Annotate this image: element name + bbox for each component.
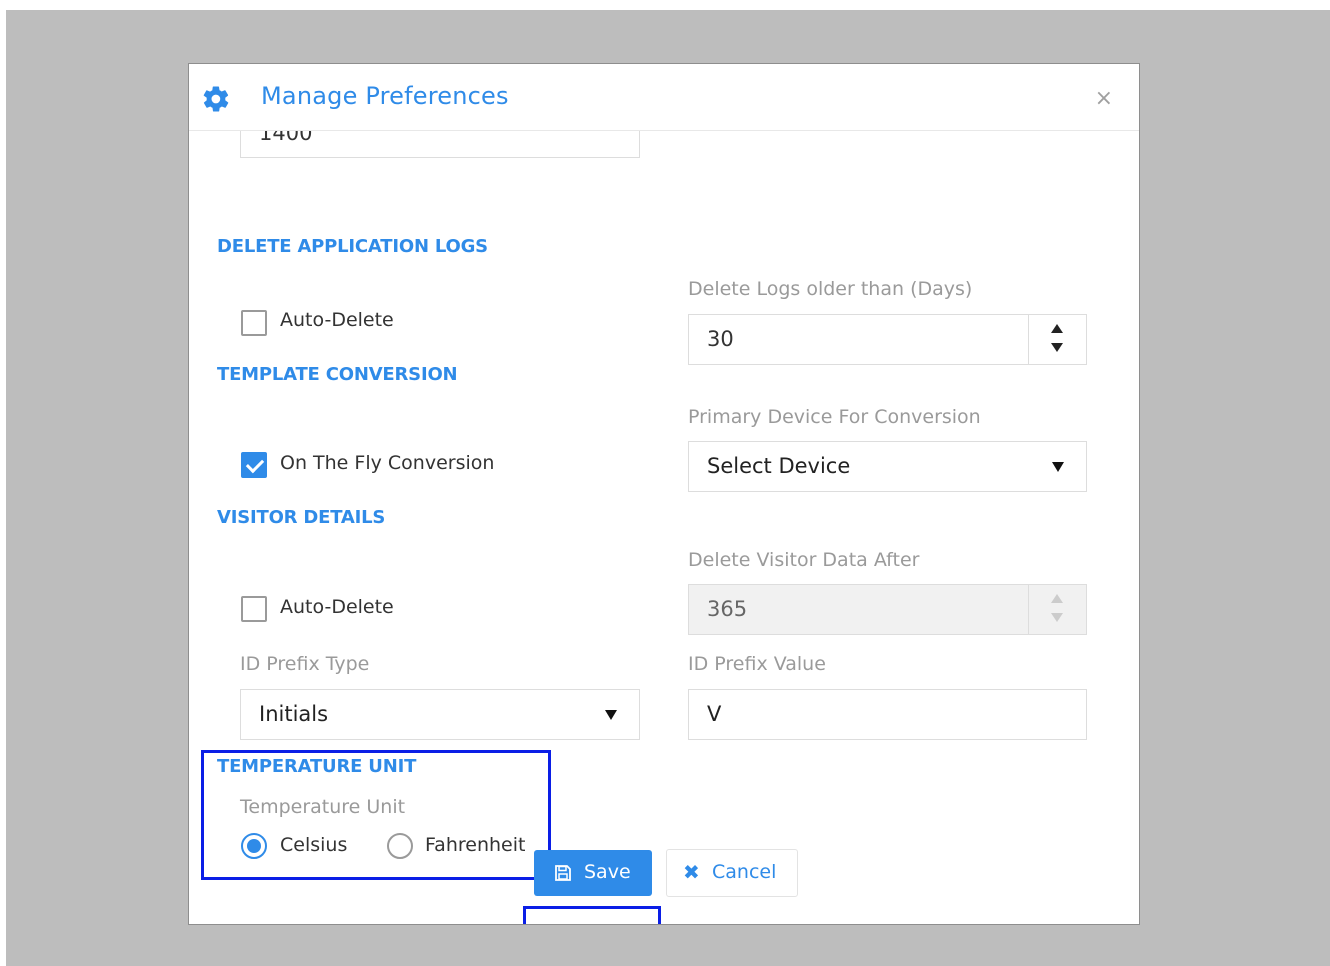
delete-visitor-spinner (1028, 585, 1086, 634)
delete-visitor-after-label: Delete Visitor Data After (688, 549, 920, 571)
cancel-button-label: Cancel (712, 861, 777, 883)
fahrenheit-label: Fahrenheit (425, 834, 526, 856)
logs-days-input[interactable]: 30 (688, 314, 1087, 365)
dialog-title: Manage Preferences (261, 82, 509, 110)
chevron-down-icon (605, 710, 617, 720)
visitor-auto-delete-label: Auto-Delete (280, 596, 394, 618)
on-the-fly-checkbox[interactable] (241, 452, 267, 478)
fahrenheit-radio[interactable] (387, 833, 413, 859)
section-title-template-conversion: TEMPLATE CONVERSION (217, 364, 458, 385)
logs-auto-delete-label: Auto-Delete (280, 309, 394, 331)
gear-icon (203, 86, 229, 112)
floppy-disk-icon (555, 865, 571, 881)
manage-preferences-dialog: Manage Preferences × 1400 DELETE APPLICA… (188, 63, 1140, 925)
spinner-up-icon (1051, 594, 1063, 603)
logs-days-spinner[interactable] (1028, 315, 1086, 364)
save-button[interactable]: Save (534, 850, 652, 896)
id-prefix-type-select[interactable]: Initials (240, 689, 640, 740)
on-the-fly-label: On The Fly Conversion (280, 452, 495, 474)
section-title-delete-logs: DELETE APPLICATION LOGS (217, 236, 488, 257)
primary-device-value: Select Device (707, 454, 851, 478)
logs-days-value: 30 (707, 327, 734, 351)
delete-visitor-after-value: 365 (707, 597, 748, 621)
section-title-temperature-unit: TEMPERATURE UNIT (217, 756, 417, 777)
section-title-visitor-details: VISITOR DETAILS (217, 507, 386, 528)
id-prefix-value-input[interactable]: V (688, 689, 1087, 740)
logs-days-label: Delete Logs older than (Days) (688, 278, 973, 300)
temperature-unit-label: Temperature Unit (240, 796, 406, 818)
dialog-header: Manage Preferences × (189, 64, 1139, 131)
primary-device-select[interactable]: Select Device (688, 441, 1087, 492)
id-prefix-type-value: Initials (259, 702, 329, 726)
logs-auto-delete-checkbox[interactable] (241, 310, 267, 336)
spinner-down-icon (1051, 613, 1063, 622)
id-prefix-type-label: ID Prefix Type (240, 653, 370, 675)
id-prefix-value: V (707, 702, 722, 726)
close-icon[interactable]: × (1095, 86, 1113, 111)
celsius-label: Celsius (280, 834, 348, 856)
spinner-up-icon[interactable] (1051, 324, 1063, 333)
id-prefix-value-label: ID Prefix Value (688, 653, 826, 675)
save-button-label: Save (584, 861, 631, 883)
close-icon: ✖ (683, 860, 700, 884)
dialog-body: 1400 DELETE APPLICATION LOGS Auto-Delete… (189, 112, 1139, 924)
save-highlight-box (523, 906, 661, 924)
delete-visitor-after-input: 365 (688, 584, 1087, 635)
primary-device-label: Primary Device For Conversion (688, 406, 981, 428)
chevron-down-icon (1052, 462, 1064, 472)
celsius-radio[interactable] (241, 833, 267, 859)
cancel-button[interactable]: ✖ Cancel (666, 849, 798, 897)
visitor-auto-delete-checkbox[interactable] (241, 596, 267, 622)
spinner-down-icon[interactable] (1051, 343, 1063, 352)
